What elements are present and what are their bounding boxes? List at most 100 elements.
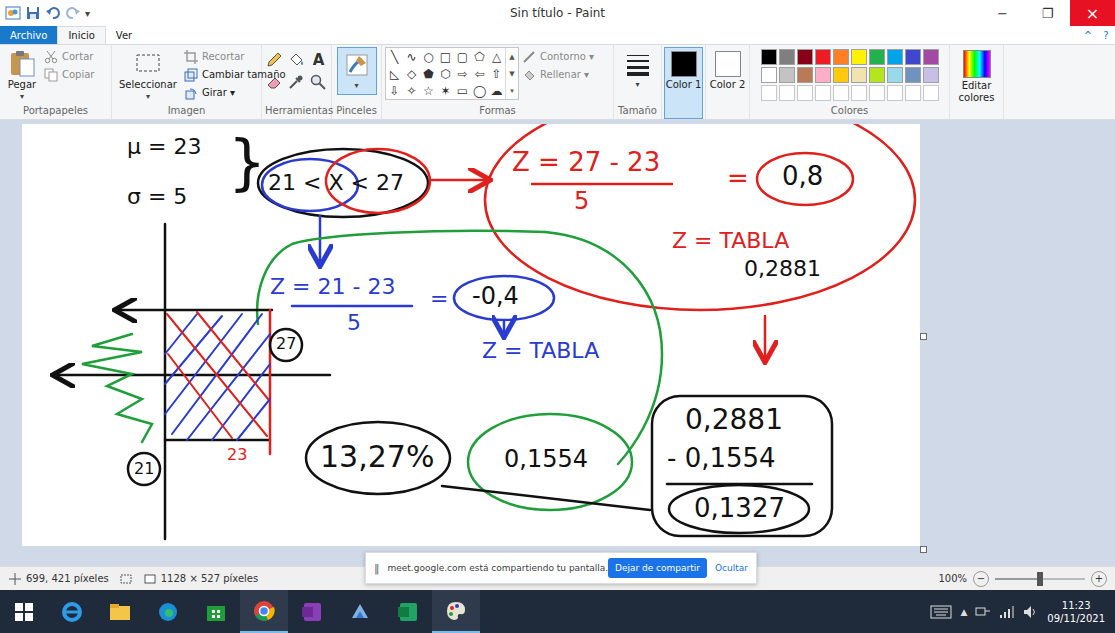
palette-swatch[interactable] xyxy=(779,49,795,65)
palette-swatch[interactable] xyxy=(905,49,921,65)
undo-icon[interactable] xyxy=(45,5,61,21)
palette-swatch[interactable] xyxy=(779,85,795,101)
drawing-canvas[interactable]: μ = 23σ = 5}21 < X < 27Z = 27 - 235=0,8Z… xyxy=(22,124,920,546)
shape-option[interactable]: ╲ xyxy=(386,48,403,65)
taskbar-app[interactable] xyxy=(288,590,336,633)
window-button[interactable]: − xyxy=(980,0,1025,26)
ribbon-tab[interactable]: Ver xyxy=(106,26,142,44)
shape-option[interactable]: ☁ xyxy=(488,82,505,99)
ribbon-tab[interactable]: Inicio xyxy=(57,26,105,44)
palette-swatch[interactable] xyxy=(887,49,903,65)
palette-swatch[interactable] xyxy=(797,85,813,101)
signal-icon[interactable] xyxy=(999,605,1015,619)
palette-swatch[interactable] xyxy=(815,67,831,83)
zoom-out-button[interactable]: − xyxy=(973,571,989,587)
shape-option[interactable]: ⇩ xyxy=(386,82,403,99)
zoom-thumb[interactable] xyxy=(1037,572,1043,586)
taskbar-app[interactable] xyxy=(192,590,240,633)
edit-colors-button[interactable]: Editar colores xyxy=(950,45,1004,119)
palette-swatch[interactable] xyxy=(815,49,831,65)
resize-handle[interactable] xyxy=(920,333,927,340)
paste-button[interactable]: Pegar▾ xyxy=(3,47,41,105)
shape-option[interactable]: ⇦ xyxy=(471,65,488,82)
palette-swatch[interactable] xyxy=(869,49,885,65)
stop-sharing-button[interactable]: Dejar de compartir xyxy=(608,558,707,578)
color-slot[interactable]: Color 2 xyxy=(706,45,750,119)
shape-option[interactable]: ∿ xyxy=(403,48,420,65)
palette-swatch[interactable] xyxy=(833,67,849,83)
shape-option[interactable]: ▭ xyxy=(454,82,471,99)
magnifier-icon[interactable] xyxy=(309,73,327,91)
shape-option[interactable]: ⬠ xyxy=(471,48,488,65)
shape-option[interactable]: ☆ xyxy=(420,82,437,99)
taskbar-app[interactable] xyxy=(96,590,144,633)
palette-swatch[interactable] xyxy=(851,67,867,83)
gallery-scroll-button[interactable]: ▾ xyxy=(506,82,518,99)
palette-swatch[interactable] xyxy=(887,85,903,101)
pencil-icon[interactable] xyxy=(265,51,283,69)
network-icon[interactable] xyxy=(975,605,991,619)
zoom-in-button[interactable]: + xyxy=(1091,571,1107,587)
palette-swatch[interactable] xyxy=(851,49,867,65)
palette-swatch[interactable] xyxy=(833,85,849,101)
palette-swatch[interactable] xyxy=(797,67,813,83)
taskbar-app[interactable] xyxy=(432,590,480,633)
gallery-scroll-button[interactable]: ▼ xyxy=(506,65,518,82)
color-slot[interactable]: Color 1 xyxy=(662,45,706,119)
palette-swatch[interactable] xyxy=(833,49,849,65)
shape-option[interactable]: ▢ xyxy=(454,48,471,65)
gallery-scroll-button[interactable]: ▲ xyxy=(506,48,518,65)
ribbon-control[interactable]: ^ xyxy=(1079,26,1097,44)
taskbar-app[interactable] xyxy=(48,590,96,633)
palette-swatch[interactable] xyxy=(869,67,885,83)
shape-option[interactable]: ✧ xyxy=(403,82,420,99)
window-button[interactable]: × xyxy=(1070,0,1115,26)
ribbon-tab[interactable]: Archivo xyxy=(0,26,57,44)
text-tool[interactable]: A xyxy=(309,51,329,69)
palette-swatch[interactable] xyxy=(923,85,939,101)
shape-option[interactable]: ⇨ xyxy=(454,65,471,82)
shape-option[interactable]: ⬟ xyxy=(420,65,437,82)
shape-option[interactable]: ◺ xyxy=(386,65,403,82)
palette-swatch[interactable] xyxy=(779,67,795,83)
shape-option[interactable]: ✶ xyxy=(437,82,454,99)
shape-option[interactable]: □ xyxy=(437,48,454,65)
shape-option[interactable]: ◯ xyxy=(471,82,488,99)
fill-bucket-icon[interactable] xyxy=(287,51,305,69)
volume-icon[interactable] xyxy=(1023,605,1039,619)
fill-button[interactable]: Rellenar ▾ xyxy=(522,66,594,83)
palette-swatch[interactable] xyxy=(905,67,921,83)
resize-button[interactable]: Cambiar tamaño xyxy=(184,66,286,83)
taskbar-app[interactable] xyxy=(336,590,384,633)
show-hidden-icons[interactable]: ▲ xyxy=(960,607,967,617)
save-icon[interactable] xyxy=(25,5,41,21)
resize-handle[interactable] xyxy=(920,546,927,553)
ribbon-control[interactable]: ? xyxy=(1097,26,1115,44)
eraser-icon[interactable] xyxy=(265,73,283,91)
palette-swatch[interactable] xyxy=(887,67,903,83)
shape-option[interactable]: ⇧ xyxy=(488,65,505,82)
shape-option[interactable]: ○ xyxy=(420,48,437,65)
cut-button[interactable]: Cortar xyxy=(44,48,94,65)
palette-swatch[interactable] xyxy=(905,85,921,101)
palette-swatch[interactable] xyxy=(923,67,939,83)
select-button[interactable]: Seleccionar▾ xyxy=(115,47,181,105)
color-picker-icon[interactable] xyxy=(287,73,305,91)
palette-swatch[interactable] xyxy=(761,85,777,101)
palette-swatch[interactable] xyxy=(761,67,777,83)
palette-swatch[interactable] xyxy=(851,85,867,101)
start-button[interactable] xyxy=(0,590,48,633)
taskbar-app[interactable] xyxy=(144,590,192,633)
redo-icon[interactable] xyxy=(65,5,81,21)
zoom-slider[interactable] xyxy=(995,578,1085,580)
size-button[interactable]: ▾ xyxy=(619,47,657,93)
outline-button[interactable]: Contorno ▾ xyxy=(522,48,594,65)
shape-option[interactable]: ⬡ xyxy=(437,65,454,82)
taskbar-app[interactable] xyxy=(384,590,432,633)
brushes-button[interactable]: ▾ xyxy=(337,47,377,95)
shape-option[interactable]: ◇ xyxy=(403,65,420,82)
palette-swatch[interactable] xyxy=(869,85,885,101)
palette-swatch[interactable] xyxy=(797,49,813,65)
palette-swatch[interactable] xyxy=(815,85,831,101)
window-button[interactable]: ❐ xyxy=(1025,0,1070,26)
